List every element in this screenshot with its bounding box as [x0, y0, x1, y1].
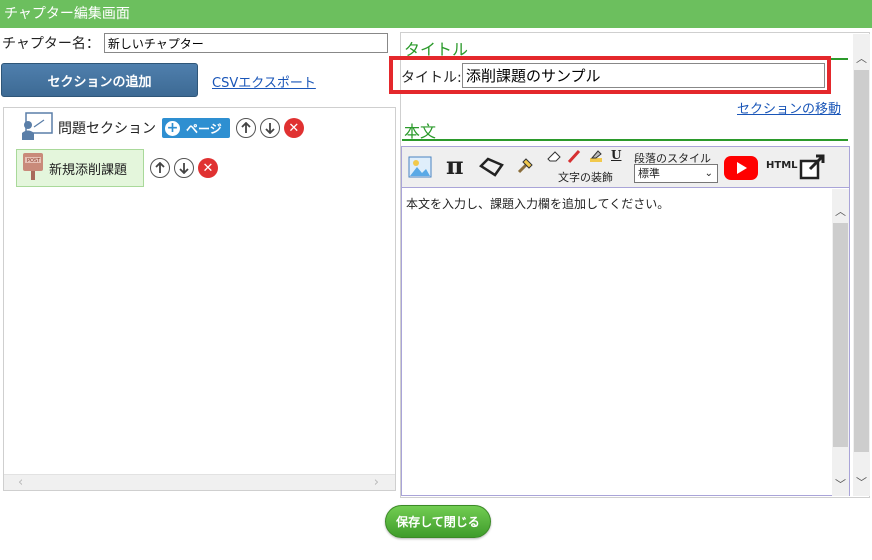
link-icon[interactable]: [478, 156, 504, 178]
paragraph-style-select[interactable]: 標準 ⌄: [634, 164, 718, 183]
scroll-up-icon[interactable]: ︿: [856, 50, 867, 66]
formula-pi-icon[interactable]: π: [446, 151, 464, 180]
save-and-close-button[interactable]: 保存して閉じる: [385, 505, 491, 538]
youtube-icon[interactable]: [724, 156, 758, 180]
page-move-up-button[interactable]: [150, 158, 170, 178]
scroll-down-icon[interactable]: ﹀: [856, 474, 867, 490]
svg-text:POST: POST: [27, 158, 41, 164]
page-scroll-thumb[interactable]: [854, 70, 869, 452]
scroll-left-icon[interactable]: ‹: [18, 475, 23, 491]
chevron-down-icon: ⌄: [704, 168, 713, 179]
body-content[interactable]: 本文を入力し、課題入力欄を追加してください。: [406, 195, 669, 212]
post-icon: POST: [21, 151, 45, 185]
scroll-down-icon[interactable]: ﹀: [835, 476, 846, 492]
image-icon[interactable]: [408, 155, 432, 179]
move-down-button[interactable]: [259, 118, 280, 138]
plus-icon: +: [165, 119, 180, 136]
paragraph-style-value: 標準: [638, 167, 660, 180]
add-page-label: ページ: [186, 121, 222, 136]
brush-icon[interactable]: [516, 155, 536, 175]
editor-vertical-scrollbar[interactable]: ︿ ﹀: [832, 189, 849, 496]
section-label[interactable]: 問題セクション: [58, 118, 156, 138]
editor-toolbar: π U 文字の装飾 段落のスタイル 標準 ⌄ HTML: [402, 147, 849, 188]
page-item-row: POST 新規添削課題 ✕: [16, 149, 218, 187]
csv-export-link[interactable]: CSVエクスポート: [212, 72, 316, 91]
section-row: 問題セクション + ページ ✕: [20, 111, 304, 145]
delete-section-button[interactable]: ✕: [283, 118, 304, 138]
chapter-name-row: チャプター名：: [2, 33, 388, 53]
section-tree-panel: 問題セクション + ページ ✕ POST 新規添削課題 ✕ ‹ ›: [3, 107, 396, 491]
chapter-name-input[interactable]: [103, 33, 388, 53]
text-color-icon[interactable]: [566, 149, 582, 163]
editor-scroll-thumb[interactable]: [833, 223, 848, 447]
page-vertical-scrollbar[interactable]: ︿ ﹀: [853, 34, 870, 496]
chapter-name-label: チャプター名：: [2, 36, 100, 52]
underline-icon[interactable]: U: [611, 148, 621, 162]
scroll-right-icon[interactable]: ›: [374, 475, 379, 491]
arrow-down-icon: [265, 123, 275, 134]
html-source-button[interactable]: HTML: [766, 160, 798, 171]
title-input[interactable]: [462, 63, 825, 88]
move-up-button[interactable]: [235, 118, 256, 138]
arrow-up-icon: [241, 122, 251, 133]
body-editor: π U 文字の装飾 段落のスタイル 標準 ⌄ HTML 本文を入力し、課題入力欄…: [401, 146, 850, 496]
page-item[interactable]: POST 新規添削課題: [16, 149, 144, 187]
page-item-label: 新規添削課題: [49, 162, 128, 178]
title-field-label: タイトル:: [401, 70, 462, 86]
arrow-down-icon: [179, 163, 189, 174]
highlighter-icon[interactable]: [588, 149, 604, 163]
text-decoration-label: 文字の装飾: [558, 171, 613, 184]
scroll-up-icon[interactable]: ︿: [835, 203, 846, 219]
move-section-link[interactable]: セクションの移動: [737, 98, 841, 117]
tree-horizontal-scrollbar[interactable]: ‹ ›: [4, 474, 395, 490]
body-divider: [402, 139, 848, 141]
add-section-button[interactable]: セクションの追加: [1, 63, 198, 97]
arrow-up-icon: [155, 162, 165, 173]
teacher-board-icon: [20, 111, 54, 145]
add-page-button[interactable]: + ページ: [162, 118, 230, 138]
eraser-icon[interactable]: [546, 149, 562, 163]
window-title: チャプター編集画面: [0, 0, 872, 28]
page-move-down-button[interactable]: [174, 158, 194, 178]
delete-page-button[interactable]: ✕: [198, 158, 218, 178]
fullscreen-icon[interactable]: [799, 153, 827, 181]
